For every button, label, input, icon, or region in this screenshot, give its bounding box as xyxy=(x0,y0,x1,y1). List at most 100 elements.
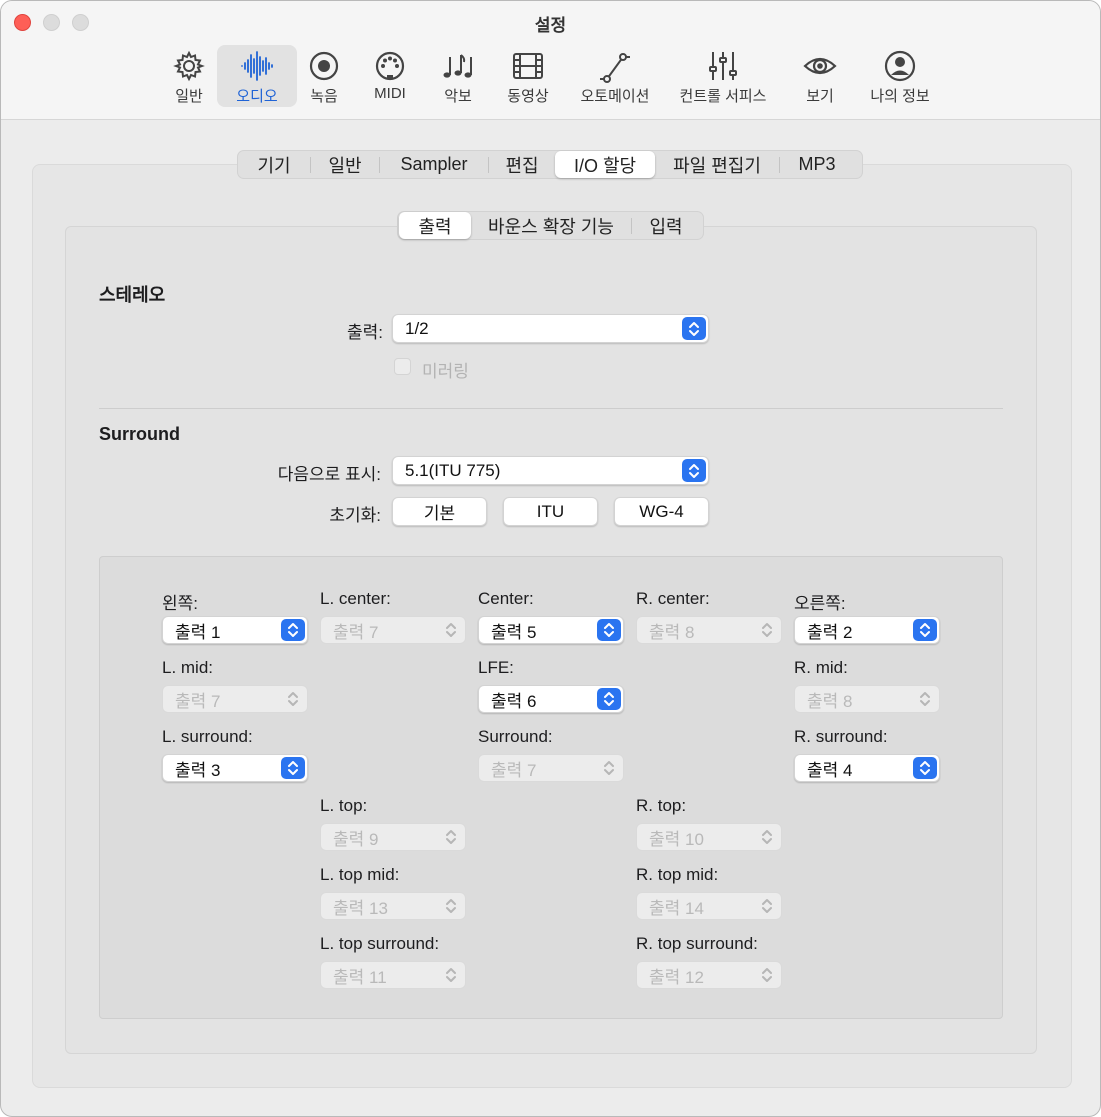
popup-value: 출력 7 xyxy=(333,622,379,642)
channel-popup-r-center[interactable]: 출력 8 xyxy=(636,616,782,644)
toolbar-score[interactable]: 악보 xyxy=(431,45,485,107)
tab-general[interactable]: 일반 xyxy=(311,151,379,178)
chevron-updown-icon xyxy=(682,459,706,482)
popup-value: 출력 11 xyxy=(333,967,387,987)
show-as-popup[interactable]: 5.1(ITU 775) xyxy=(392,456,709,485)
chevron-updown-icon xyxy=(597,757,621,779)
chevron-updown-icon xyxy=(439,826,463,848)
popup-value: 1/2 xyxy=(405,318,429,338)
channel-label-r-surround: R. surround: xyxy=(794,727,888,746)
chevron-updown-icon xyxy=(913,757,937,779)
surround-section-title: Surround xyxy=(99,424,180,444)
toolbar-audio[interactable]: 오디오 xyxy=(217,45,297,107)
toolbar-automation[interactable]: 오토메이션 xyxy=(575,45,655,107)
sliders-icon xyxy=(709,52,737,80)
popup-value: 출력 7 xyxy=(491,760,537,780)
chevron-updown-icon xyxy=(597,619,621,641)
tab-sampler[interactable]: Sampler xyxy=(380,151,488,178)
popup-value: 출력 8 xyxy=(649,622,695,642)
channel-popup-surround[interactable]: 출력 7 xyxy=(478,754,624,782)
channel-label-surround: Surround: xyxy=(478,727,553,746)
popup-value: 출력 14 xyxy=(649,898,704,918)
popup-value: 출력 4 xyxy=(807,760,853,780)
mirroring-label: 미러링 xyxy=(422,362,469,381)
subtab-output[interactable]: 출력 xyxy=(399,212,471,239)
channel-label-l-top: L. top: xyxy=(320,796,368,815)
chevron-updown-icon xyxy=(755,619,779,641)
init-default-button[interactable]: 기본 xyxy=(392,497,487,526)
chevron-updown-icon xyxy=(913,688,937,710)
section-divider xyxy=(99,408,1003,409)
toolbar-general[interactable]: 일반 xyxy=(158,45,220,107)
subtab-input[interactable]: 입력 xyxy=(632,212,700,239)
channel-label-lfe: LFE: xyxy=(478,658,514,677)
popup-value: 출력 8 xyxy=(807,691,853,711)
toolbar-midi[interactable]: MIDI xyxy=(361,45,419,107)
channel-label-l-top-mid: L. top mid: xyxy=(320,865,400,884)
channel-popup-lfe[interactable]: 출력 6 xyxy=(478,685,624,713)
tab-io-assignments[interactable]: I/O 할당 xyxy=(555,151,655,178)
channel-popup-l-top[interactable]: 출력 9 xyxy=(320,823,466,851)
channel-popup-r-mid[interactable]: 출력 8 xyxy=(794,685,940,713)
popup-value: 출력 9 xyxy=(333,829,379,849)
chevron-updown-icon xyxy=(755,895,779,917)
toolbar-control-surfaces[interactable]: 컨트롤 서피스 xyxy=(673,45,773,107)
popup-value: 출력 13 xyxy=(333,898,388,918)
init-itu-button[interactable]: ITU xyxy=(503,497,598,526)
toolbar-label: 일반 xyxy=(175,88,203,105)
channel-popup-r-top-mid[interactable]: 출력 14 xyxy=(636,892,782,920)
channel-popup-r-top-surround[interactable]: 출력 12 xyxy=(636,961,782,989)
popup-value: 출력 1 xyxy=(175,622,221,642)
mirroring-checkbox[interactable] xyxy=(394,358,411,375)
popup-value: 출력 3 xyxy=(175,760,221,780)
channel-popup-right[interactable]: 출력 2 xyxy=(794,616,940,644)
channel-popup-r-surround[interactable]: 출력 4 xyxy=(794,754,940,782)
channel-popup-r-top[interactable]: 출력 10 xyxy=(636,823,782,851)
toolbar-record[interactable]: 녹음 xyxy=(297,45,351,107)
toolbar-label: 오토메이션 xyxy=(580,88,650,105)
channel-popup-l-center[interactable]: 출력 7 xyxy=(320,616,466,644)
channel-label-r-top: R. top: xyxy=(636,796,687,815)
channel-popup-center[interactable]: 출력 5 xyxy=(478,616,624,644)
popup-value: 출력 2 xyxy=(807,622,853,642)
waveform-icon xyxy=(241,51,273,81)
toolbar-label: 나의 정보 xyxy=(870,88,930,105)
toolbar-label: 컨트롤 서피스 xyxy=(679,88,767,105)
channel-popup-l-top-mid[interactable]: 출력 13 xyxy=(320,892,466,920)
channel-popup-l-top-surround[interactable]: 출력 11 xyxy=(320,961,466,989)
channel-label-center: Center: xyxy=(478,589,534,608)
init-wg4-button[interactable]: WG-4 xyxy=(614,497,709,526)
stereo-output-popup[interactable]: 1/2 xyxy=(392,314,709,343)
stereo-section-title: 스테레오 xyxy=(99,285,166,305)
notes-icon xyxy=(443,54,472,78)
toolbar-label: 동영상 xyxy=(507,88,549,105)
toolbar-view[interactable]: 보기 xyxy=(793,45,847,107)
tab-file-editor[interactable]: 파일 편집기 xyxy=(655,151,779,178)
chevron-updown-icon xyxy=(281,757,305,779)
channel-popup-l-mid[interactable]: 출력 7 xyxy=(162,685,308,713)
toolbar-label: MIDI xyxy=(374,85,406,102)
toolbar-label: 녹음 xyxy=(310,88,338,105)
channel-popup-left[interactable]: 출력 1 xyxy=(162,616,308,644)
chevron-updown-icon xyxy=(439,895,463,917)
tab-mp3[interactable]: MP3 xyxy=(780,151,854,178)
toolbar-account[interactable]: 나의 정보 xyxy=(863,45,937,107)
channel-label-left: 왼쪽: xyxy=(162,594,199,613)
chevron-updown-icon xyxy=(755,964,779,986)
channel-label-r-top-mid: R. top mid: xyxy=(636,865,719,884)
channel-label-r-center: R. center: xyxy=(636,589,710,608)
channel-label-right: 오른쪽: xyxy=(794,594,846,613)
show-as-label: 다음으로 표시: xyxy=(277,465,381,484)
chevron-updown-icon xyxy=(755,826,779,848)
chevron-updown-icon xyxy=(439,964,463,986)
titlebar: 설정 일반 오디오 녹음 MIDI 악보 동영상 오토메이션 컨트롤 서피스 보… xyxy=(1,1,1100,120)
toolbar-video[interactable]: 동영상 xyxy=(498,45,558,107)
chevron-updown-icon xyxy=(913,619,937,641)
channel-popup-l-surround[interactable]: 출력 3 xyxy=(162,754,308,782)
popup-value: 출력 10 xyxy=(649,829,704,849)
toolbar-label: 악보 xyxy=(444,88,472,105)
record-icon xyxy=(309,51,339,81)
tab-device[interactable]: 기기 xyxy=(238,151,310,178)
tab-editing[interactable]: 편집 xyxy=(489,151,555,178)
subtab-bounce-extensions[interactable]: 바운스 확장 기능 xyxy=(471,212,631,239)
